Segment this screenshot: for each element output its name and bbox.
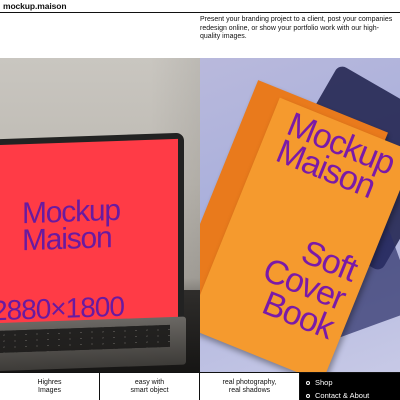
tagline: Present your branding project to a clien…: [200, 16, 393, 41]
feature-smart-object: easy with smart object: [100, 373, 200, 400]
feature-bar: Highres Images easy with smart object re…: [0, 372, 400, 400]
book-cover: Mockup Maison Soft Cover Book: [200, 97, 400, 372]
top-bar: mockup.maison: [0, 0, 400, 13]
book-mockup-image: Mockup Maison Soft Cover Book: [200, 58, 400, 372]
feature-highres: Highres Images: [0, 373, 100, 400]
bullet-icon: [306, 380, 310, 385]
feature-real-photography: real photography, real shadows: [200, 373, 300, 400]
nav-item-contact[interactable]: Contact & About: [306, 389, 400, 400]
book-subtitle: Soft Cover Book: [247, 226, 362, 347]
screen-title: Mockup Maison: [22, 194, 120, 258]
site-logo[interactable]: mockup.maison: [3, 1, 67, 11]
nav-item-label: Contact & About: [315, 391, 370, 400]
laptop-screen: Mockup Maison 2880×1800: [0, 138, 178, 326]
laptop-mockup-image: Mockup Maison 2880×1800: [0, 58, 200, 372]
nav-item-shop[interactable]: Shop: [306, 376, 400, 389]
screen-title-line2: Maison: [22, 221, 112, 258]
nav-item-label: Shop: [315, 378, 333, 387]
nav-menu: Shop Contact & About: [300, 373, 400, 400]
hero: Mockup Maison 2880×1800 Mockup Maison So…: [0, 58, 400, 372]
bullet-icon: [306, 393, 310, 398]
